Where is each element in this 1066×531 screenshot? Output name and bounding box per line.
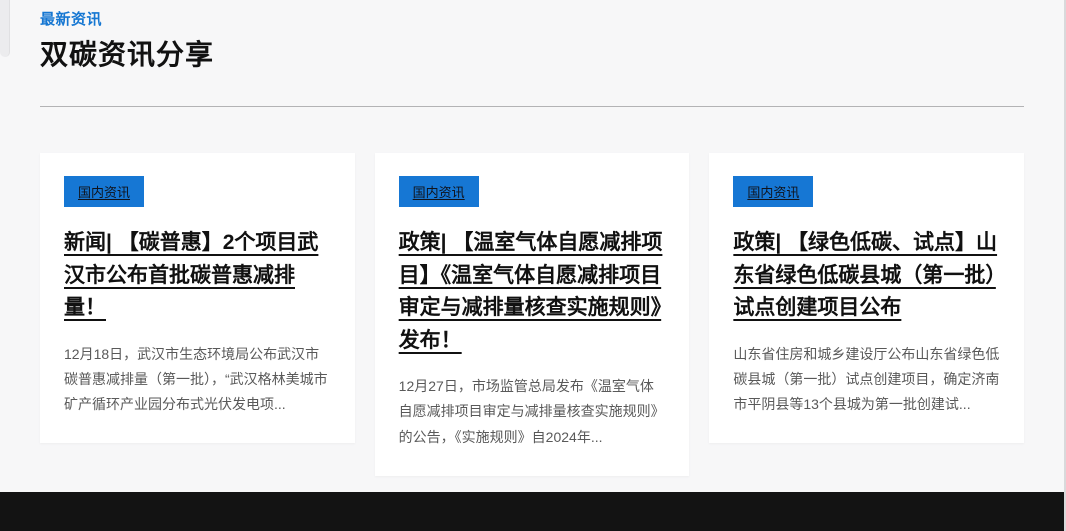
section-eyebrow: 最新资讯	[40, 8, 1024, 29]
footer-bar	[0, 492, 1064, 531]
category-badge[interactable]: 国内资讯	[399, 176, 479, 207]
news-card-list: 国内资讯 新闻| 【碳普惠】2个项目武汉市公布首批碳普惠减排量！ 12月18日，…	[40, 153, 1024, 476]
news-card[interactable]: 国内资讯 政策| 【绿色低碳、试点】山东省绿色低碳县城（第一批）试点创建项目公布…	[709, 153, 1024, 443]
content-area: 最新资讯 双碳资讯分享 国内资讯 新闻| 【碳普惠】2个项目武汉市公布首批碳普惠…	[0, 0, 1064, 476]
scroll-indicator	[0, 0, 10, 57]
news-card[interactable]: 国内资讯 新闻| 【碳普惠】2个项目武汉市公布首批碳普惠减排量！ 12月18日，…	[40, 153, 355, 443]
category-badge[interactable]: 国内资讯	[64, 176, 144, 207]
news-section-page: 最新资讯 双碳资讯分享 国内资讯 新闻| 【碳普惠】2个项目武汉市公布首批碳普惠…	[0, 0, 1066, 531]
article-summary: 12月27日，市场监管总局发布《温室气体自愿减排项目审定与减排量核查实施规则》的…	[399, 374, 666, 450]
article-summary: 12月18日，武汉市生态环境局公布武汉市碳普惠减排量（第一批），“武汉格林美城市…	[64, 342, 331, 418]
category-badge[interactable]: 国内资讯	[733, 176, 813, 207]
article-title-link[interactable]: 政策| 【温室气体自愿减排项目】《温室气体自愿减排项目审定与减排量核查实施规则》…	[399, 227, 666, 357]
divider	[40, 106, 1024, 107]
page-title: 双碳资讯分享	[40, 33, 1024, 73]
article-title-link[interactable]: 新闻| 【碳普惠】2个项目武汉市公布首批碳普惠减排量！	[64, 227, 331, 325]
news-card[interactable]: 国内资讯 政策| 【温室气体自愿减排项目】《温室气体自愿减排项目审定与减排量核查…	[375, 153, 690, 476]
article-summary: 山东省住房和城乡建设厅公布山东省绿色低碳县城（第一批）试点创建项目，确定济南市平…	[733, 342, 1000, 418]
article-title-link[interactable]: 政策| 【绿色低碳、试点】山东省绿色低碳县城（第一批）试点创建项目公布	[733, 227, 1000, 325]
